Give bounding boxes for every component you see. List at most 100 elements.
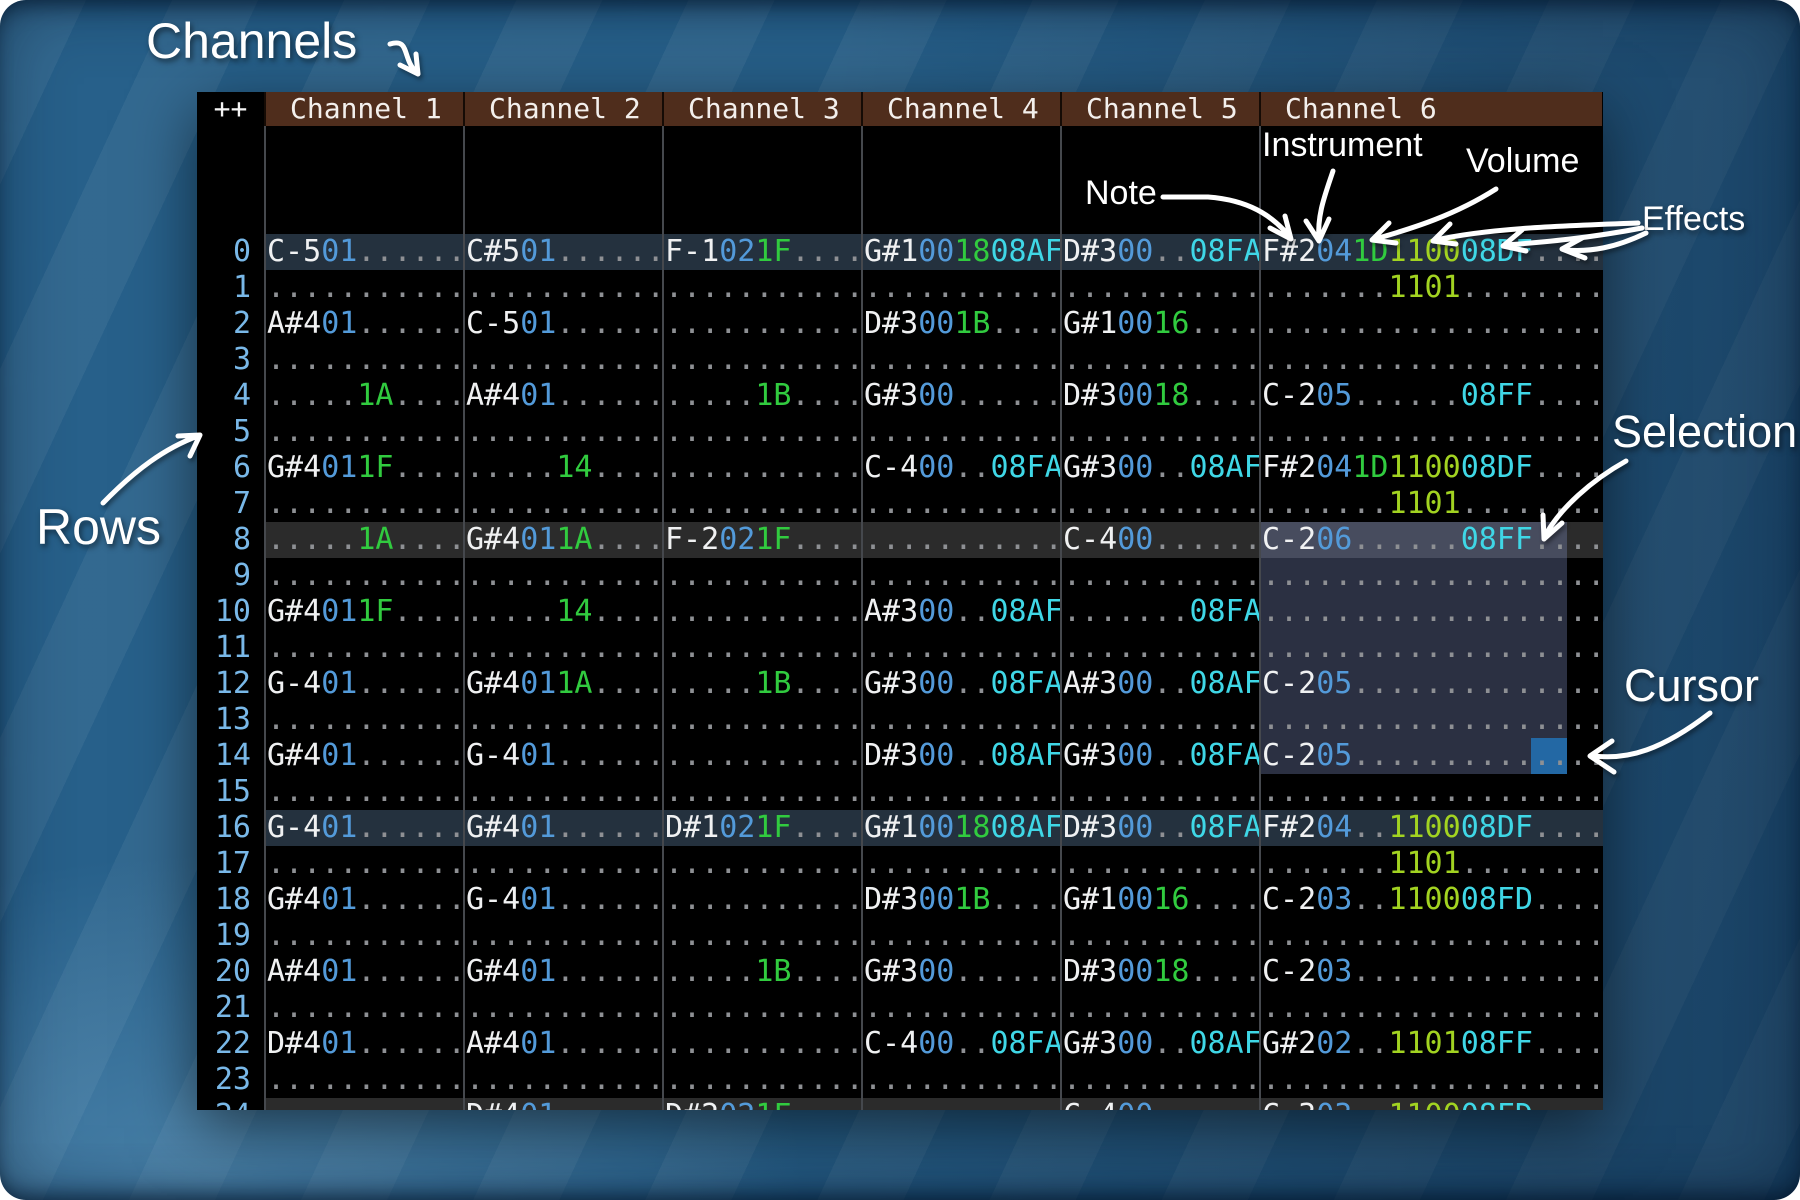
pattern-cell-ch6[interactable]: ................... [1259,342,1602,378]
pattern-cell-ch4[interactable]: A#300..08AF [861,594,1060,630]
pattern-cell-ch3[interactable]: F-1021F.... [662,234,861,270]
pattern-cell-ch1[interactable]: G-401...... [264,666,463,702]
pattern-cell-ch4[interactable]: ........... [861,846,1060,882]
pattern-cell-ch4[interactable]: ........... [861,774,1060,810]
pattern-cell-ch3[interactable]: ........... [662,1062,861,1098]
pattern-cell-ch1[interactable]: A#401...... [264,954,463,990]
pattern-cell-ch2[interactable]: D#401...... [463,1098,662,1110]
pattern-cell-ch2[interactable]: .....14.... [463,450,662,486]
pattern-cell-ch4[interactable]: ........... [861,522,1060,558]
pattern-cell-ch2[interactable]: ........... [463,918,662,954]
pattern-cell-ch6[interactable]: ................... [1259,558,1602,594]
pattern-cell-ch3[interactable]: F-2021F.... [662,522,861,558]
pattern-cell-ch3[interactable]: ........... [662,558,861,594]
pattern-cell-ch2[interactable]: ........... [463,702,662,738]
pattern-cell-ch5[interactable]: C-400...... [1060,522,1259,558]
pattern-cell-ch3[interactable]: ........... [662,1026,861,1062]
add-channel-button[interactable]: ++ [197,92,264,126]
channel-header-6[interactable]: Channel 6 [1259,92,1602,126]
pattern-cell-ch5[interactable]: ........... [1060,558,1259,594]
pattern-cell-ch2[interactable]: .....14.... [463,594,662,630]
pattern-cell-ch5[interactable]: C-400...... [1060,1098,1259,1110]
pattern-cell-ch1[interactable]: ........... [264,342,463,378]
pattern-cell-ch5[interactable]: D#300..08FA [1060,810,1259,846]
pattern-cell-ch3[interactable]: .....1B.... [662,378,861,414]
pattern-cell-ch4[interactable]: D#3001B.... [861,306,1060,342]
pattern-cell-ch5[interactable]: G#300..08AF [1060,1026,1259,1062]
pattern-cell-ch6[interactable]: ................... [1259,774,1602,810]
pattern-cell-ch1[interactable]: ........... [264,846,463,882]
pattern-cell-ch2[interactable]: ........... [463,630,662,666]
pattern-cell-ch2[interactable]: ........... [463,1062,662,1098]
pattern-cell-ch6[interactable]: C-205......08FF.... [1259,378,1602,414]
pattern-cell-ch6[interactable]: C-203.............. [1259,954,1602,990]
pattern-cell-ch3[interactable]: ........... [662,702,861,738]
pattern-cell-ch3[interactable]: ........... [662,450,861,486]
pattern-cell-ch2[interactable]: ........... [463,774,662,810]
pattern-cell-ch1[interactable]: ........... [264,558,463,594]
pattern-cell-ch3[interactable]: ........... [662,270,861,306]
pattern-cell-ch6[interactable]: ................... [1259,630,1602,666]
pattern-cell-ch4[interactable]: ........... [861,702,1060,738]
pattern-cell-ch6[interactable]: C-205.............. [1259,666,1602,702]
pattern-cell-ch5[interactable]: D#30018.... [1060,378,1259,414]
pattern-cell-ch5[interactable]: .......08FA [1060,594,1259,630]
pattern-cell-ch6[interactable]: C-206......08FF.... [1259,522,1602,558]
channel-header-1[interactable]: Channel 1 [264,92,463,126]
pattern-cell-ch3[interactable]: ........... [662,594,861,630]
pattern-cell-ch3[interactable]: ........... [662,414,861,450]
pattern-cell-ch4[interactable]: D#300..08AF [861,738,1060,774]
pattern-cell-ch1[interactable]: .....1A.... [264,522,463,558]
pattern-cell-ch5[interactable]: ........... [1060,918,1259,954]
pattern-cell-ch2[interactable]: A#401...... [463,378,662,414]
pattern-cell-ch4[interactable]: ........... [861,1062,1060,1098]
pattern-cell-ch2[interactable]: ........... [463,558,662,594]
pattern-cell-ch1[interactable]: G-401...... [264,810,463,846]
pattern-cell-ch5[interactable]: ........... [1060,1062,1259,1098]
pattern-cell-ch5[interactable]: D#300..08FA [1060,234,1259,270]
pattern-cell-ch2[interactable]: C-501...... [463,306,662,342]
pattern-cell-ch4[interactable]: ........... [861,918,1060,954]
pattern-cell-ch3[interactable]: ........... [662,882,861,918]
pattern-cell-ch6[interactable]: .......1101........ [1259,486,1602,522]
pattern-cell-ch5[interactable]: G#10016.... [1060,306,1259,342]
pattern-cell-ch2[interactable]: ........... [463,342,662,378]
pattern-cell-ch3[interactable]: ........... [662,846,861,882]
pattern-cell-ch2[interactable]: A#401...... [463,1026,662,1062]
pattern-cell-ch3[interactable]: ........... [662,918,861,954]
pattern-cell-ch3[interactable]: ........... [662,630,861,666]
pattern-cell-ch1[interactable]: G#401...... [264,738,463,774]
pattern-cell-ch1[interactable]: A#401...... [264,306,463,342]
channel-header-4[interactable]: Channel 4 [861,92,1060,126]
pattern-cell-ch4[interactable]: D#3001B.... [861,882,1060,918]
pattern-cell-ch4[interactable]: ........... [861,1098,1060,1110]
channel-header-2[interactable]: Channel 2 [463,92,662,126]
pattern-cell-ch4[interactable]: G#300...... [861,954,1060,990]
pattern-cell-ch5[interactable]: D#30018.... [1060,954,1259,990]
pattern-cell-ch1[interactable]: ........... [264,1062,463,1098]
pattern-cell-ch2[interactable]: G-401...... [463,738,662,774]
pattern-cell-ch6[interactable]: ................... [1259,414,1602,450]
pattern-cell-ch3[interactable]: ........... [662,774,861,810]
pattern-cell-ch6[interactable]: ................... [1259,702,1602,738]
pattern-cell-ch4[interactable]: ........... [861,558,1060,594]
pattern-cell-ch6[interactable]: F#2041D110008DF.... [1259,450,1602,486]
pattern-cell-ch4[interactable]: ........... [861,414,1060,450]
pattern-cell-ch5[interactable]: ........... [1060,846,1259,882]
pattern-cell-ch1[interactable]: ........... [264,702,463,738]
pattern-cell-ch4[interactable]: G#1001808AF [861,234,1060,270]
pattern-cell-ch1[interactable]: ........... [264,486,463,522]
pattern-cell-ch5[interactable]: A#300..08AF [1060,666,1259,702]
pattern-cell-ch5[interactable]: G#300..08AF [1060,450,1259,486]
pattern-cell-ch6[interactable]: F#2041D110008DF.... [1259,234,1602,270]
pattern-cell-ch3[interactable]: ........... [662,990,861,1026]
pattern-cell-ch5[interactable]: G#300..08FA [1060,738,1259,774]
pattern-cell-ch3[interactable]: ........... [662,342,861,378]
pattern-cell-ch2[interactable]: C#501...... [463,234,662,270]
pattern-cell-ch5[interactable]: ........... [1060,774,1259,810]
pattern-cell-ch6[interactable]: C-205.............. [1259,738,1602,774]
pattern-cell-ch4[interactable]: G#300...... [861,378,1060,414]
pattern-cell-ch3[interactable]: ........... [662,738,861,774]
pattern-cell-ch4[interactable]: G#300..08FA [861,666,1060,702]
pattern-cell-ch1[interactable]: .....1A.... [264,378,463,414]
